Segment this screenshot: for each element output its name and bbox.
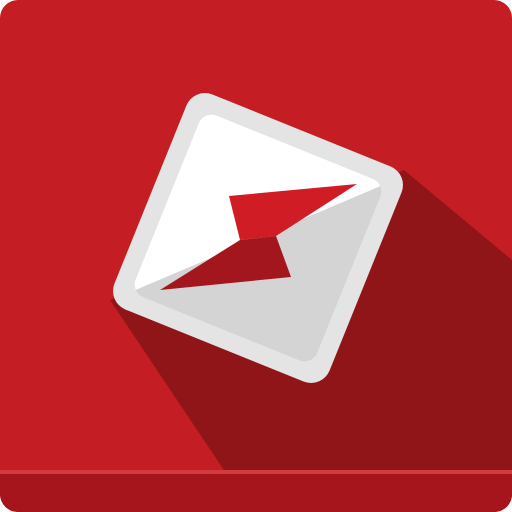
base-band-highlight: [0, 470, 512, 474]
base-band: [0, 470, 512, 512]
app-icon-graphic: [0, 0, 512, 512]
app-icon[interactable]: [0, 0, 512, 512]
